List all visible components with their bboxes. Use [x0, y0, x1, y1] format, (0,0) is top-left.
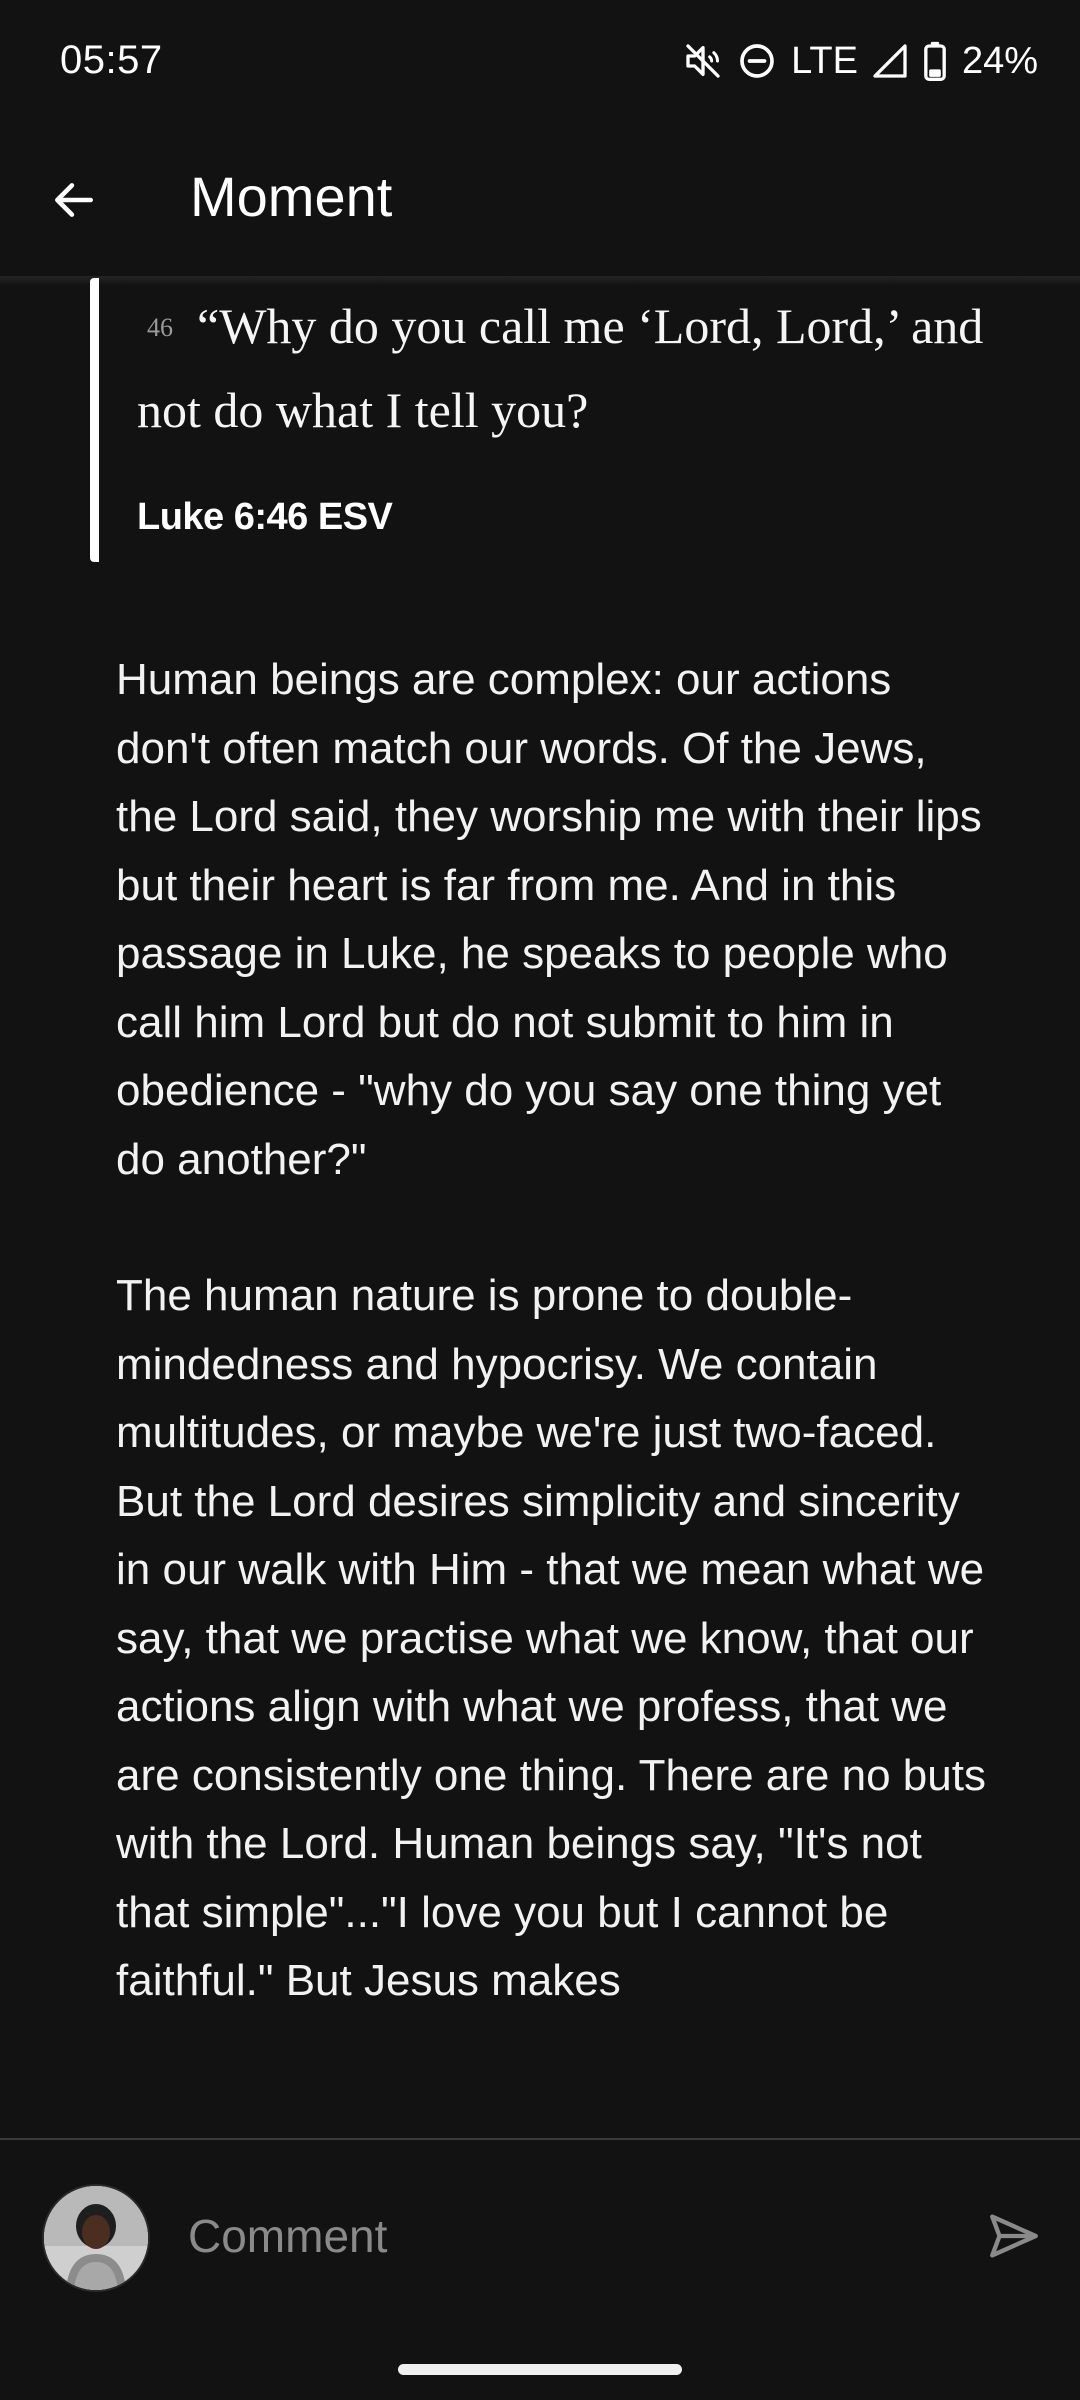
moment-body: Human beings are complex: our actions do…	[116, 646, 996, 2084]
body-paragraph: The human nature is prone to double-mind…	[116, 1271, 986, 2005]
battery-percent: 24%	[961, 39, 1038, 82]
comment-bar	[0, 2140, 1080, 2320]
signal-icon	[872, 43, 908, 79]
back-button[interactable]	[38, 166, 110, 238]
page-title: Moment	[190, 165, 393, 228]
battery-icon	[922, 41, 948, 81]
body-paragraph: Human beings are complex: our actions do…	[116, 655, 982, 1184]
verse-quote[interactable]: 46 “Why do you call me ‘Lord, Lord,’ and …	[90, 278, 999, 562]
send-icon	[985, 2207, 1043, 2270]
home-indicator[interactable]	[398, 2364, 682, 2375]
verse-reference[interactable]: Luke 6:46 ESV	[137, 496, 393, 539]
status-time: 05:57	[60, 38, 163, 82]
do-not-disturb-icon	[737, 41, 777, 81]
comment-input[interactable]	[188, 2196, 908, 2276]
avatar[interactable]	[42, 2184, 150, 2292]
app-bar: Moment	[0, 128, 1080, 276]
arrow-left-icon	[49, 175, 99, 230]
verse-number: 46	[147, 313, 173, 342]
send-button[interactable]	[976, 2200, 1052, 2276]
status-icons: LTE 24%	[683, 36, 1038, 86]
mute-icon	[683, 41, 723, 81]
network-type: LTE	[791, 39, 858, 82]
verse-body: “Why do you call me ‘Lord, Lord,’ and no…	[137, 298, 984, 438]
status-bar: 05:57 LTE 24%	[0, 0, 1080, 128]
moment-content[interactable]: 46 “Why do you call me ‘Lord, Lord,’ and …	[0, 276, 1080, 2138]
verse-text: 46 “Why do you call me ‘Lord, Lord,’ and …	[137, 284, 997, 452]
